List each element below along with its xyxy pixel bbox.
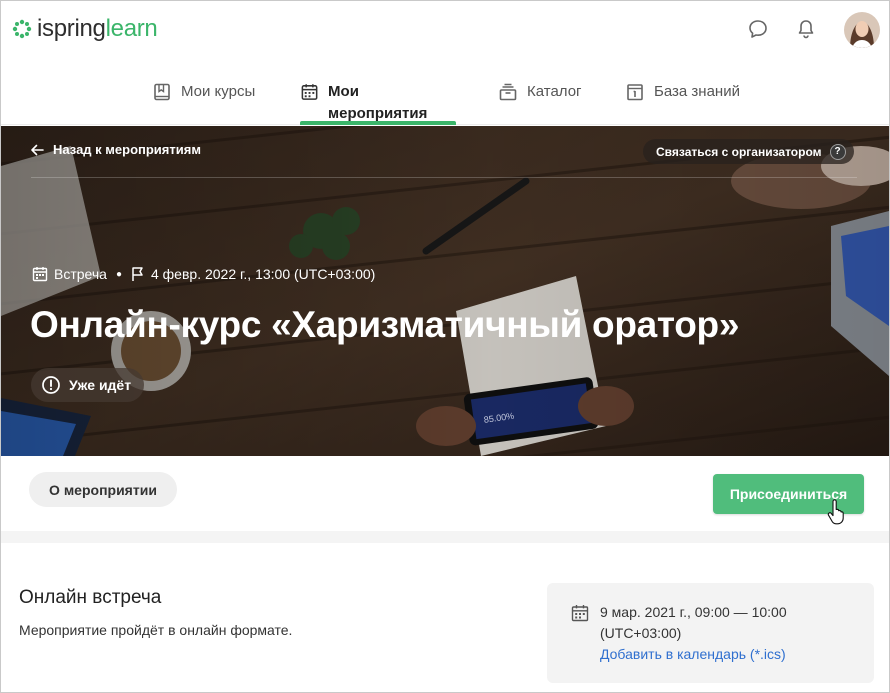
user-avatar[interactable]	[844, 12, 880, 48]
app-window: ispringlearn Мои курсы Мои мероприятия К…	[0, 0, 890, 693]
add-to-calendar-link[interactable]: Добавить в календарь (*.ics)	[600, 644, 786, 664]
calendar-icon	[301, 84, 318, 100]
details-title: Онлайн встреча	[19, 587, 162, 608]
tab-catalog[interactable]: Каталог	[498, 81, 588, 125]
event-status-label: Уже идёт	[69, 377, 132, 393]
logo-text-ispring: ispring	[37, 15, 106, 42]
catalog-icon	[499, 83, 517, 101]
flag-icon	[132, 267, 143, 281]
calendar-icon	[571, 605, 589, 622]
tab-label: Мои мероприятия	[328, 83, 428, 122]
event-start-date: 4 февр. 2022 г., 13:00 (UTC+03:00)	[150, 266, 376, 282]
arrow-left-icon	[31, 144, 44, 155]
tab-my-courses[interactable]: Мои курсы	[152, 81, 262, 125]
tab-knowledge-base[interactable]: База знаний	[625, 81, 745, 125]
ispring-learn-logo[interactable]: ispringlearn	[11, 15, 158, 43]
event-hero: 85.00% Назад к мероприятиям Связаться с …	[1, 126, 889, 456]
event-type: Встреча	[54, 266, 107, 282]
chat-icon[interactable]	[746, 17, 770, 41]
main-nav: Мои курсы Мои мероприятия Каталог База з…	[1, 65, 889, 125]
tab-label: Каталог	[527, 83, 582, 100]
logo-text: ispringlearn	[37, 15, 158, 43]
meta-separator: ●	[115, 268, 122, 280]
help-icon: ?	[829, 143, 846, 160]
book-icon	[154, 83, 170, 101]
event-date-card: 9 мар. 2021 г., 09:00 — 10:00 (UTC+03:00…	[547, 583, 874, 683]
back-to-events-link[interactable]: Назад к мероприятиям	[30, 142, 201, 157]
contact-organizer-label: Связаться с организатором	[656, 144, 822, 159]
event-title: Онлайн-курс «Харизматичный оратор»	[30, 304, 740, 345]
tab-label: Мои курсы	[181, 83, 256, 100]
alert-circle-icon	[42, 376, 60, 394]
about-event-tab[interactable]: О мероприятии	[29, 472, 177, 507]
calendar-icon	[32, 267, 48, 282]
event-meta: Встреча ● 4 февр. 2022 г., 13:00 (UTC+03…	[32, 266, 375, 282]
event-status-badge: Уже идёт	[31, 368, 145, 402]
top-bar: ispringlearn	[1, 1, 889, 57]
bell-icon[interactable]	[794, 17, 818, 41]
knowledge-icon	[627, 84, 643, 101]
contact-organizer-button[interactable]: Связаться с организатором ?	[643, 139, 854, 164]
ispring-flower-icon	[12, 19, 32, 39]
logo-text-learn: learn	[105, 15, 158, 42]
event-date-range: 9 мар. 2021 г., 09:00 — 10:00	[600, 604, 787, 620]
tab-my-events[interactable]: Мои мероприятия	[300, 81, 456, 125]
hero-divider	[31, 177, 857, 178]
hand-cursor-icon	[827, 499, 844, 525]
event-timezone: (UTC+03:00)	[600, 625, 682, 641]
hero-overlay	[1, 126, 889, 456]
tab-label: База знаний	[654, 83, 740, 100]
back-link-label: Назад к мероприятиям	[53, 142, 201, 157]
section-separator	[1, 531, 889, 543]
details-description: Мероприятие пройдёт в онлайн формате.	[19, 622, 293, 638]
